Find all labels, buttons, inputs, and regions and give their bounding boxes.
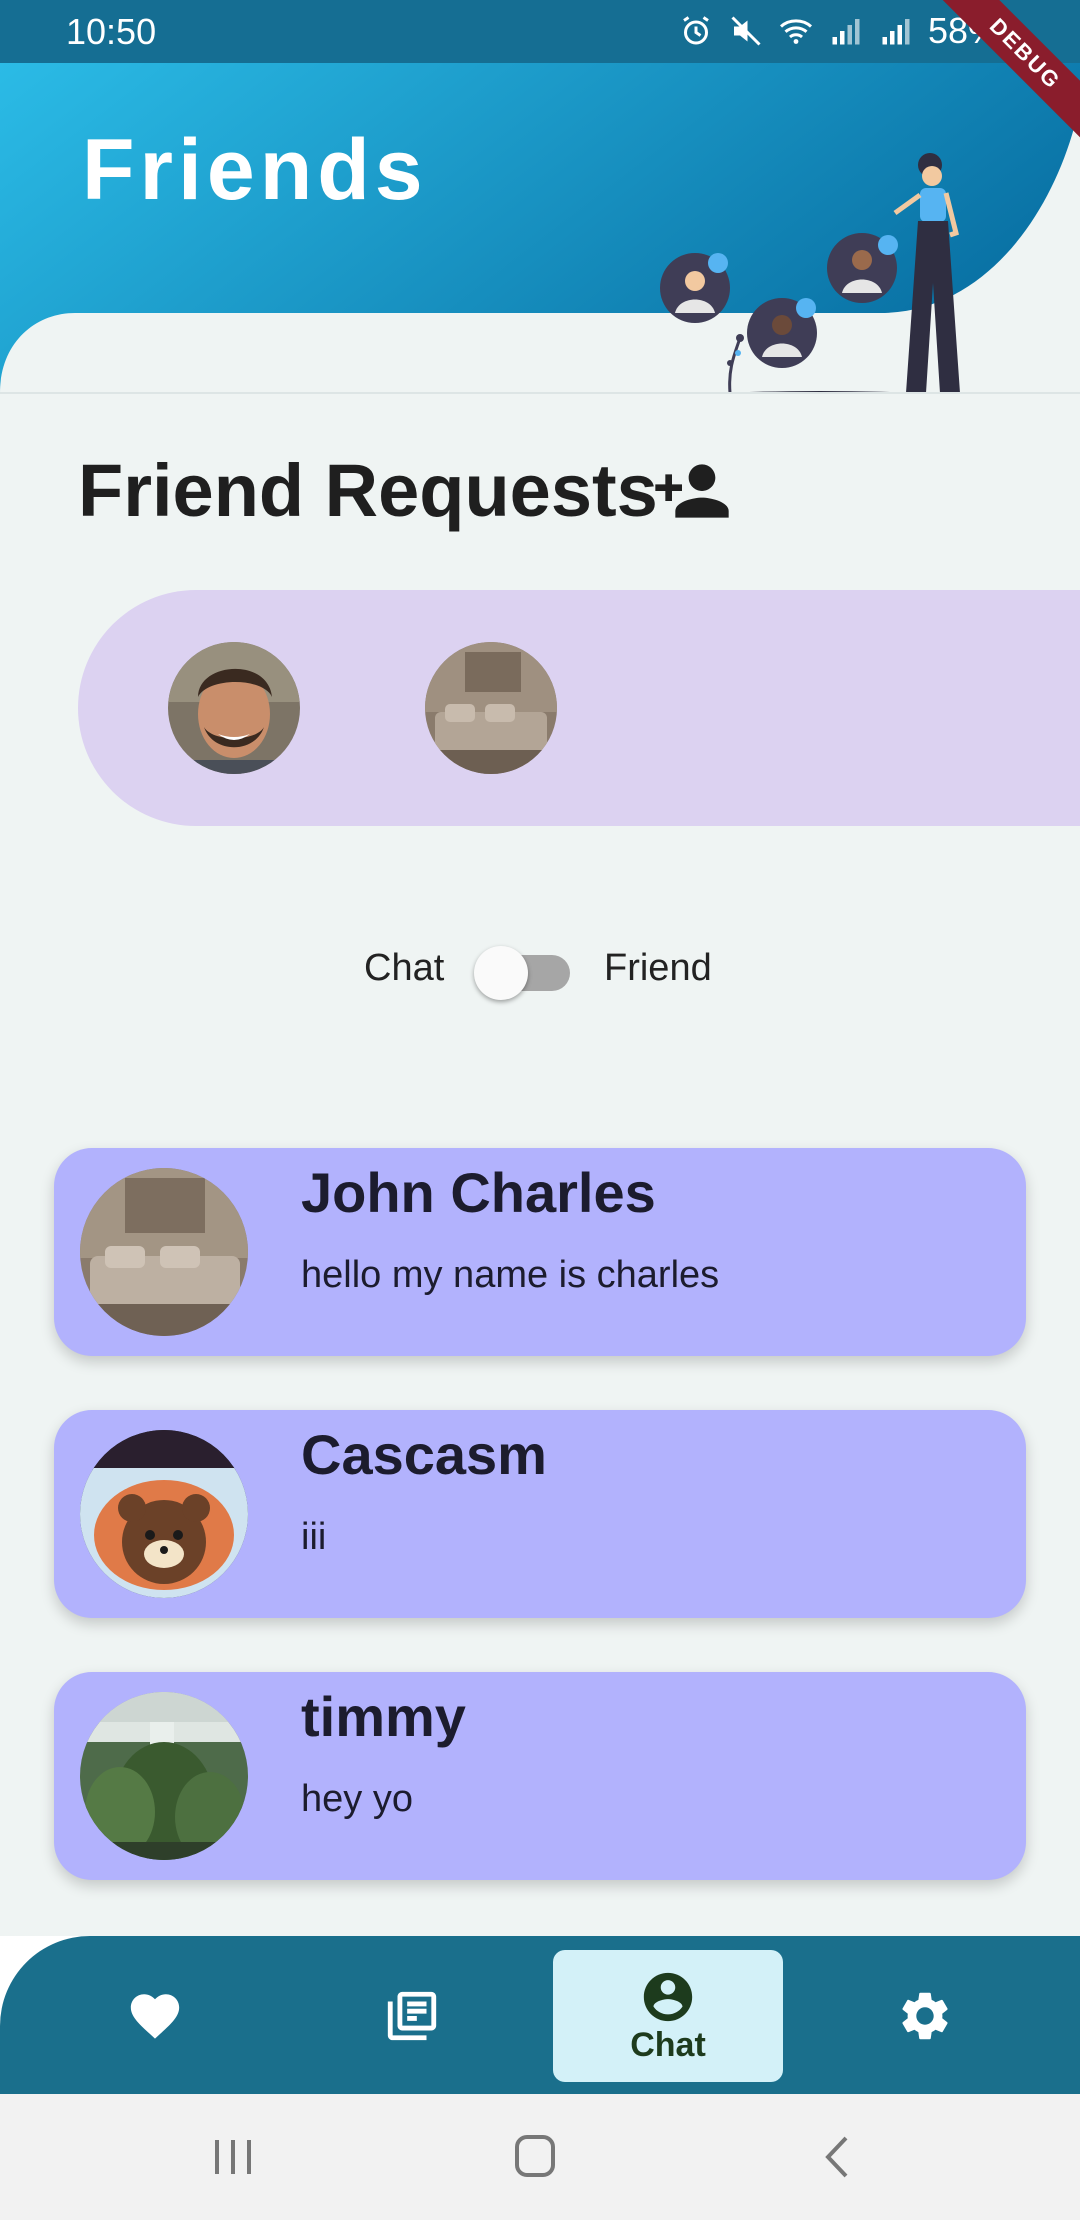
system-nav-bar xyxy=(0,2094,1080,2220)
chat-item[interactable]: timmy hey yo xyxy=(54,1672,1026,1880)
home-icon xyxy=(515,2135,555,2177)
person-add-icon[interactable] xyxy=(652,451,732,531)
feed-icon xyxy=(387,1991,437,2041)
friend-requests-heading: Friend Requests xyxy=(78,448,732,533)
back-button[interactable] xyxy=(808,2132,868,2182)
chat-item[interactable]: Cascasm iii xyxy=(54,1410,1026,1618)
toggle-label-friend: Friend xyxy=(604,947,712,989)
friend-requests-panel xyxy=(78,590,1080,826)
home-button[interactable] xyxy=(505,2132,565,2182)
mute-icon xyxy=(731,16,761,46)
gear-icon xyxy=(902,1992,948,2040)
status-time: 10:50 xyxy=(66,10,157,52)
chat-message: iii xyxy=(301,1516,327,1558)
toggle-label-chat: Chat xyxy=(364,947,445,989)
header-divider xyxy=(0,392,1080,394)
heart-icon xyxy=(130,1994,180,2039)
chat-message: hello my name is charles xyxy=(301,1254,720,1296)
request-avatar-man[interactable] xyxy=(168,642,300,774)
toggle-switch[interactable] xyxy=(474,946,528,1000)
chat-name: John Charles xyxy=(301,1161,656,1224)
chat-avatar xyxy=(80,1168,248,1336)
wifi-icon xyxy=(779,19,812,44)
recent-apps-icon xyxy=(215,2140,251,2174)
signal-icon-2 xyxy=(882,19,910,45)
friend-requests-title: Friend Requests xyxy=(78,449,658,532)
chat-name: timmy xyxy=(301,1685,466,1748)
chat-friend-toggle-row: Chat Friend xyxy=(0,935,1080,1005)
bottom-nav: Chat xyxy=(0,1936,1080,2094)
chat-item[interactable]: John Charles hello my name is charles xyxy=(54,1148,1026,1356)
status-bar: 10:50 58% xyxy=(0,0,1080,63)
chat-message: hey yo xyxy=(301,1778,413,1820)
account-circle-icon xyxy=(643,1972,693,2021)
chat-name: Cascasm xyxy=(301,1423,547,1486)
friends-illustration xyxy=(660,153,960,393)
alarm-icon xyxy=(683,16,709,45)
chat-avatar xyxy=(80,1692,248,1860)
request-avatar-room[interactable] xyxy=(425,642,557,774)
recent-apps-button[interactable] xyxy=(203,2132,263,2182)
nav-chat[interactable]: Chat xyxy=(553,1950,783,2082)
chat-avatar xyxy=(80,1430,248,1598)
nav-settings[interactable] xyxy=(875,1950,975,2082)
nav-feed[interactable] xyxy=(362,1950,462,2082)
signal-icon xyxy=(832,19,860,45)
header: Friends xyxy=(0,63,1080,393)
nav-favorites[interactable] xyxy=(105,1950,205,2082)
nav-chat-label: Chat xyxy=(630,2025,706,2064)
page-title: Friends xyxy=(82,122,428,218)
status-icons: 58% xyxy=(678,10,1000,52)
back-icon xyxy=(825,2136,848,2178)
